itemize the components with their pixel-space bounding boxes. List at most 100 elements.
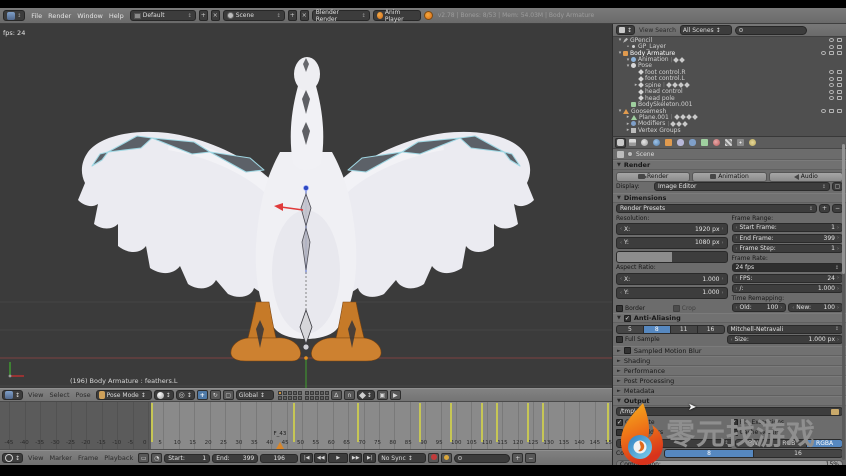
add-layout-button[interactable]: + [199,10,208,21]
layer-toggle[interactable] [315,396,319,400]
viewport-shading-dropdown[interactable]: ↕ [154,390,174,400]
menu-view[interactable]: View [25,391,46,399]
viewport-3d[interactable]: fps: 24 (196) Body Armature : feathers.L [0,24,612,388]
tab-data[interactable] [699,138,710,148]
outliner-editor-selector[interactable]: ↕ [616,25,635,35]
tab-particles[interactable] [735,138,746,148]
keyframe-line[interactable] [607,403,609,442]
extra-icon[interactable] [686,115,692,121]
end-frame-field[interactable]: End:399 [212,454,258,463]
properties-scrollbar-thumb[interactable] [842,144,845,274]
end-frame-field-props[interactable]: ‹End Frame:399› [732,234,844,243]
next-keyframe-button[interactable]: ▶▶ [349,453,362,463]
layer-toggle[interactable] [325,391,329,395]
anim-player-button[interactable]: Anim Player [373,10,421,21]
panel-header-render[interactable]: ▼Render [613,160,846,170]
tab-scene[interactable] [639,138,650,148]
menu-view[interactable]: View [638,27,654,34]
audio-render-button[interactable]: Audio [769,172,843,182]
panel-header-dimensions[interactable]: ▼Dimensions [613,193,846,203]
panel-header-performance[interactable]: ►Performance [613,366,846,376]
resolution-percentage-slider[interactable]: 50% [616,251,728,263]
keyframe-line[interactable] [419,403,421,442]
aa-sample-16[interactable]: 16 [698,325,725,334]
keyframe-line[interactable] [481,403,483,442]
selectability-icon[interactable] [837,45,842,49]
layers-widget[interactable] [278,391,329,400]
play-button[interactable]: ▶ [328,453,348,463]
extra-icon[interactable] [679,57,685,63]
timeline-editor-selector[interactable]: ↕ [2,453,23,463]
view3d-editor-selector[interactable]: ↕ [2,390,23,400]
snap-element-dropdown[interactable]: ↕ [357,390,375,400]
outliner-search-field[interactable] [735,26,807,35]
crop-checkbox[interactable]: Crop [673,305,728,312]
insert-keyframe-button[interactable]: + [512,453,523,463]
full-sample-checkbox[interactable]: Full Sample [616,335,725,344]
menu-playback[interactable]: Playback [101,454,136,462]
current-frame-field[interactable]: 196 [260,454,298,463]
mode-dropdown[interactable]: Pose Mode↕ [96,390,152,400]
add-scene-button[interactable]: + [288,10,297,21]
depth-8[interactable]: 8 [664,449,754,458]
properties-editor-icon[interactable] [617,151,624,158]
menu-pose[interactable]: Pose [73,391,94,399]
preset-add-button[interactable]: + [819,204,830,213]
visibility-eye-icon[interactable] [829,90,834,94]
editor-type-selector[interactable]: ↕ [3,10,25,21]
screen-layout-dropdown[interactable]: Default↕ [130,10,196,21]
layer-toggle[interactable] [305,391,309,395]
selectability-icon[interactable] [829,109,834,113]
layer-toggle[interactable] [288,391,292,395]
border-checkbox[interactable]: Border [616,305,671,312]
lock-icon[interactable]: ∆ [331,390,342,400]
render-presets-dropdown[interactable]: Render Presets↕ [616,204,817,213]
extra-icon[interactable] [682,121,688,127]
visibility-eye-icon[interactable] [829,77,834,81]
panel-header-shading[interactable]: ►Shading [613,356,846,366]
layer-toggle[interactable] [310,391,314,395]
extra-icon[interactable] [674,115,680,121]
tab-object[interactable] [663,138,674,148]
keyframe-line[interactable] [527,403,529,442]
layer-toggle[interactable] [293,396,297,400]
visibility-eye-icon[interactable] [821,109,826,113]
file-extensions-checkbox[interactable]: ✓File Extensions [731,418,844,427]
render-camera-icon[interactable] [837,109,842,113]
remove-layout-button[interactable]: × [211,10,220,21]
extra-icon[interactable] [692,115,698,121]
aa-size-field[interactable]: ‹Size:1.000 px› [727,335,844,344]
menu-render[interactable]: Render [45,12,74,20]
timeline-ruler[interactable]: -45-40-35-30-25-20-15-10-505101520253035… [0,402,612,450]
scene-dropdown[interactable]: Scene↕ [223,10,285,21]
overwrite-checkbox[interactable]: ✓Overwrite [616,418,729,427]
resolution-y-field[interactable]: ‹Y:1080 px› [616,237,728,249]
jump-to-start-button[interactable]: |◀ [300,453,313,463]
antialiasing-checkbox[interactable]: ✓ [624,315,631,322]
extra-icon[interactable] [684,82,690,88]
panel-checkbox[interactable] [624,347,631,354]
channel-rgb[interactable]: RGB [771,439,807,448]
layer-toggle[interactable] [298,391,302,395]
start-frame-field[interactable]: Start:1 [164,454,210,463]
folder-icon[interactable] [831,409,839,415]
menu-file[interactable]: File [28,12,45,20]
panel-header-output[interactable]: ▼Output [613,396,846,406]
autokey-button[interactable] [441,453,452,463]
manipulator-scale-button[interactable]: ▢ [223,390,234,400]
channel-rgba[interactable]: RGBA [807,439,843,448]
tab-texture[interactable] [723,138,734,148]
aa-sample-11[interactable]: 11 [671,325,698,334]
menu-search[interactable]: Search [654,27,677,34]
keyframe-line[interactable] [450,403,452,442]
record-button[interactable] [428,453,439,463]
render-engine-dropdown[interactable]: Blender Render↕ [312,10,370,21]
sync-dropdown[interactable]: No Sync↕ [378,453,426,463]
aa-sample-5[interactable]: 5 [616,325,644,334]
resolution-x-field[interactable]: ‹X:1920 px› [616,223,728,235]
keyframe-line[interactable] [293,403,295,442]
layer-toggle[interactable] [320,396,324,400]
selectability-icon[interactable] [829,51,834,55]
layer-toggle[interactable] [298,396,302,400]
extra-icon[interactable] [680,115,686,121]
